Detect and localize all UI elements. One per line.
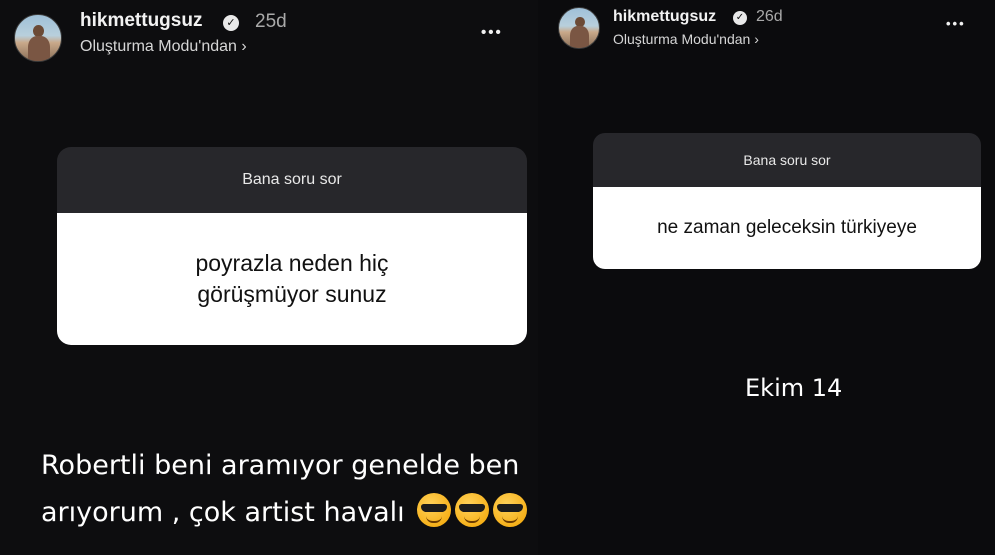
story-date-caption: Ekim 14 xyxy=(745,374,843,402)
story-left: hikmettugsuz ✓ 25d Oluşturma Modu'ndan ›… xyxy=(0,0,538,555)
story-caption: Robertli beni aramıyor genelde ben arıyo… xyxy=(41,442,528,536)
story-age: 25d xyxy=(255,11,287,32)
caption-line-1: Robertli beni aramıyor genelde ben xyxy=(41,450,520,481)
sunglasses-emoji-icon xyxy=(417,493,452,527)
more-options-icon[interactable]: ••• xyxy=(481,24,503,41)
question-text-line-2: görüşmüyor sunuz xyxy=(197,281,387,307)
question-text-line-1: poyrazla neden hiç xyxy=(195,250,389,276)
question-sticker-body: ne zaman geleceksin türkiyeye xyxy=(593,187,981,269)
story-right: hikmettugsuz ✓ 26d Oluşturma Modu'ndan ›… xyxy=(538,0,995,555)
more-options-icon[interactable]: ••• xyxy=(946,16,966,31)
question-sticker-title: Bana soru sor xyxy=(57,147,527,213)
question-sticker-body: poyrazla neden hiç görüşmüyor sunuz xyxy=(57,213,527,345)
sunglasses-emoji-icon xyxy=(493,493,528,527)
question-text: ne zaman geleceksin türkiyeye xyxy=(657,217,917,238)
story-subtitle[interactable]: Oluşturma Modu'ndan › xyxy=(80,38,247,56)
avatar[interactable] xyxy=(558,7,600,49)
question-sticker: Bana soru sor ne zaman geleceksin türkiy… xyxy=(593,133,981,269)
avatar[interactable] xyxy=(14,14,62,62)
question-sticker: Bana soru sor poyrazla neden hiç görüşmü… xyxy=(57,147,527,345)
story-subtitle[interactable]: Oluşturma Modu'ndan › xyxy=(613,31,759,47)
question-sticker-title: Bana soru sor xyxy=(593,133,981,187)
username[interactable]: hikmettugsuz xyxy=(613,8,716,26)
caption-line-2: arıyorum , çok artist havalı xyxy=(41,489,528,536)
caption-line-2-text: arıyorum , çok artist havalı xyxy=(41,497,405,528)
username[interactable]: hikmettugsuz xyxy=(80,10,202,32)
sunglasses-emoji-icon xyxy=(455,493,490,527)
verified-badge-icon: ✓ xyxy=(733,11,747,25)
verified-badge-icon: ✓ xyxy=(223,15,239,31)
story-age: 26d xyxy=(756,8,783,25)
